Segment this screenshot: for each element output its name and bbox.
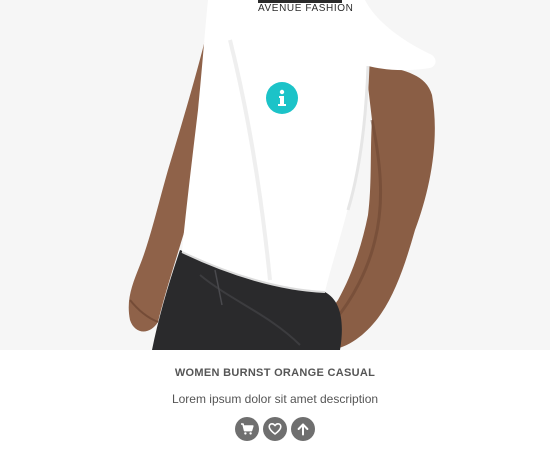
compare-button[interactable] bbox=[291, 417, 315, 441]
cart-icon bbox=[240, 422, 254, 436]
product-image[interactable]: AVENUE FASHION bbox=[0, 0, 550, 350]
add-to-cart-button[interactable] bbox=[235, 417, 259, 441]
product-description: Lorem ipsum dolor sit amet description bbox=[171, 392, 379, 406]
model-photo bbox=[0, 0, 550, 350]
info-button[interactable] bbox=[266, 82, 298, 114]
info-icon bbox=[275, 89, 289, 107]
product-card: AVENUE FASHION WOMEN BURNST ORANGE CASUA… bbox=[0, 0, 550, 450]
heart-icon bbox=[268, 422, 282, 436]
product-actions bbox=[0, 417, 550, 441]
product-title[interactable]: WOMEN BURNST ORANGE CASUAL bbox=[0, 367, 550, 379]
shirt-print-text: AVENUE FASHION bbox=[258, 3, 354, 14]
arrow-up-icon bbox=[296, 422, 310, 436]
wishlist-button[interactable] bbox=[263, 417, 287, 441]
